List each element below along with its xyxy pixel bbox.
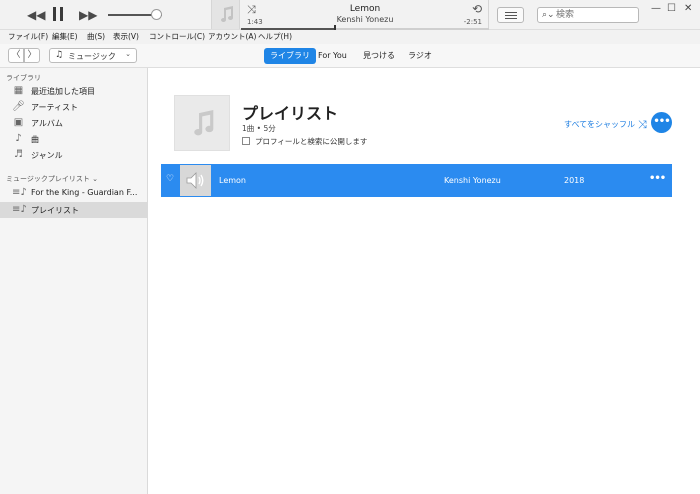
elapsed-time: 1:43 — [247, 18, 263, 26]
tab-for-you[interactable]: For You — [312, 48, 353, 64]
up-next-list-button[interactable] — [497, 7, 524, 23]
sidebar-item-albums[interactable]: ▣ アルバム — [0, 115, 147, 131]
music-note-icon — [194, 110, 214, 136]
playlist-artwork — [174, 95, 230, 151]
heart-icon[interactable]: ♡ — [166, 174, 174, 184]
grid-icon: ▦ — [13, 85, 24, 96]
rewind-icon[interactable]: ◀◀ — [27, 9, 45, 21]
remaining-time: -2:51 — [463, 18, 482, 26]
now-playing-artist: Kenshi Yonezu — [336, 15, 394, 24]
sidebar-item-artists[interactable]: 🎤︎ アーティスト — [0, 99, 147, 115]
chevron-left-icon: 〈 — [11, 50, 21, 60]
itunes-window: ◀◀ ▶▶ ⤨ Lemon Kenshi Yonezu ⟲ 1:43 -2:51 — [0, 0, 700, 494]
music-note-icon — [221, 6, 233, 22]
player-toolbar: ◀◀ ▶▶ ⤨ Lemon Kenshi Yonezu ⟲ 1:43 -2:51 — [0, 0, 700, 31]
publish-checkbox[interactable] — [242, 137, 250, 145]
forward-button[interactable]: 〉 — [24, 48, 40, 63]
tab-library[interactable]: ライブラリ — [264, 48, 316, 64]
minimize-icon[interactable]: — — [651, 3, 661, 14]
sidebar-item-playlist-for-the-king[interactable]: ≡♪ For the King - Guardian F... — [0, 185, 147, 201]
tab-radio[interactable]: ラジオ — [402, 48, 438, 64]
search-input[interactable] — [556, 9, 636, 21]
album-icon: ▣ — [13, 117, 24, 128]
repeat-icon[interactable]: ⟲ — [472, 2, 482, 16]
speaker-icon — [186, 172, 204, 189]
maximize-icon[interactable]: ☐ — [667, 3, 676, 14]
library-header: ライブラリ — [6, 74, 41, 82]
sidebar: ライブラリ ▦ 最近追加した項目 🎤︎ アーティスト ▣ アルバム ♪ 曲 ♬ … — [0, 68, 148, 494]
track-more-icon[interactable]: ••• — [649, 173, 666, 184]
media-kind-label: ミュージック — [68, 52, 116, 61]
now-playing-artwork[interactable] — [211, 0, 240, 29]
chevron-down-icon: ⌄ — [125, 50, 131, 58]
playlist-title: プレイリスト — [242, 104, 339, 123]
music-note-icon: ♫ — [55, 50, 64, 60]
track-row[interactable]: ♡ Lemon Kenshi Yonezu 2018 ••• — [161, 164, 672, 197]
track-year: 2018 — [564, 176, 585, 185]
sidebar-item-songs[interactable]: ♪ 曲 — [0, 131, 147, 147]
publish-label: プロフィールと検索に公開します — [255, 137, 368, 146]
menu-edit[interactable]: 編集(E) — [52, 31, 78, 42]
menu-file[interactable]: ファイル(F) — [8, 31, 48, 42]
menu-account[interactable]: アカウント(A) — [208, 31, 256, 42]
navigation-bar: 〈 〉 ♫ ミュージック ⌄ ライブラリ For You 見つける ラジオ — [0, 44, 700, 68]
playlists-header[interactable]: ミュージックプレイリスト ⌄ — [6, 174, 98, 184]
search-icon: ⌕⌄ — [542, 10, 555, 20]
more-options-button[interactable]: ••• — [651, 112, 672, 133]
playlist-view: プレイリスト 1曲 • 5分 プロフィールと検索に公開します すべてをシャッフル… — [148, 68, 700, 494]
playlist-icon: ≡♪ — [12, 187, 27, 198]
track-name: Lemon — [219, 176, 246, 185]
playlist-meta: 1曲 • 5分 — [242, 124, 276, 133]
volume-knob[interactable] — [150, 9, 162, 20]
back-button[interactable]: 〈 — [8, 48, 24, 63]
sidebar-item-genres[interactable]: ♬ ジャンル — [0, 147, 147, 163]
fast-forward-icon[interactable]: ▶▶ — [79, 9, 97, 21]
search-box[interactable]: ⌕⌄ — [537, 7, 639, 23]
music-note-icon: ♪ — [15, 133, 22, 144]
shuffle-all-button[interactable]: すべてをシャッフル ⤨ — [564, 118, 647, 132]
close-icon[interactable]: ✕ — [684, 3, 692, 14]
menu-view[interactable]: 表示(V) — [113, 31, 139, 42]
menu-controls[interactable]: コントロール(C) — [149, 31, 205, 42]
genre-icon: ♬ — [14, 149, 23, 160]
now-playing-display: ⤨ Lemon Kenshi Yonezu ⟲ 1:43 -2:51 — [241, 0, 489, 31]
chevron-right-icon: 〉 — [27, 50, 37, 60]
shuffle-icon: ⤨ — [637, 118, 647, 131]
media-kind-select[interactable]: ♫ ミュージック ⌄ — [49, 48, 137, 63]
pause-icon[interactable] — [53, 7, 67, 23]
track-artist: Kenshi Yonezu — [444, 176, 501, 185]
menu-bar: ファイル(F) 編集(E) 曲(S) 表示(V) コントロール(C) アカウント… — [0, 30, 700, 44]
now-playing-title: Lemon — [349, 4, 381, 14]
track-artwork — [180, 165, 211, 196]
menu-help[interactable]: ヘルプ(H) — [258, 31, 292, 42]
menu-song[interactable]: 曲(S) — [87, 31, 105, 42]
microphone-icon: 🎤︎ — [12, 101, 25, 112]
sidebar-item-playlist[interactable]: ≡♪ プレイリスト — [0, 202, 147, 218]
chevron-down-icon: ⌄ — [92, 175, 98, 183]
sidebar-item-recently-added[interactable]: ▦ 最近追加した項目 — [0, 83, 147, 99]
playlist-icon: ≡♪ — [12, 204, 27, 215]
tab-browse[interactable]: 見つける — [357, 48, 401, 64]
